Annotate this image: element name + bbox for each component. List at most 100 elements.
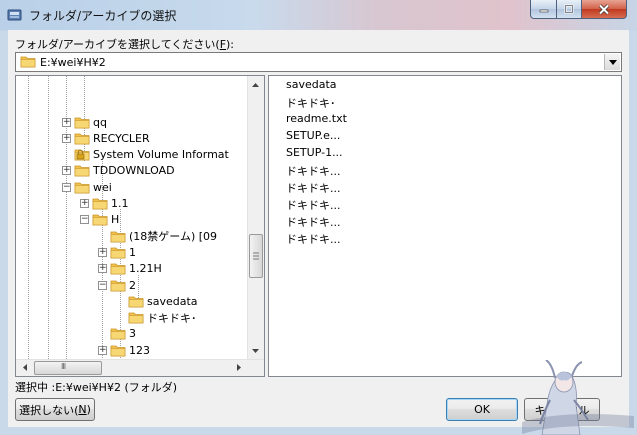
tree-item-label: 1.1 — [111, 197, 129, 210]
arrow-up-icon — [252, 82, 259, 87]
tree-item-label: 1.21H — [129, 262, 162, 276]
folder-icon — [110, 328, 126, 340]
tree-item-label: wei — [93, 180, 112, 194]
file-list-item[interactable]: ドキドキ... — [286, 214, 341, 230]
path-value: E:¥wei¥H¥2 — [40, 56, 106, 69]
collapse-icon[interactable]: − — [98, 280, 107, 290]
tree-item-label: TDDOWNLOAD — [93, 164, 175, 178]
expand-icon[interactable]: + — [62, 133, 71, 143]
tree-vertical-scrollbar[interactable] — [247, 76, 264, 359]
combo-dropdown-button[interactable] — [604, 54, 620, 70]
tree-item-label: 2 — [129, 278, 136, 292]
arrow-down-icon — [252, 348, 259, 353]
folder-icon — [110, 376, 126, 377]
file-list-item[interactable]: ドキドキ･ — [286, 95, 336, 111]
tree-item[interactable]: System Volume Informat — [62, 147, 229, 163]
ok-label: OK — [474, 403, 490, 416]
tree-item[interactable]: − H — [80, 212, 119, 228]
folder-icon — [110, 231, 126, 242]
arrow-left-icon — [22, 364, 27, 371]
deselect-label: 選択しない( — [19, 403, 79, 417]
file-list-item[interactable]: SETUP.e... — [286, 129, 340, 145]
folder-icon — [110, 345, 126, 357]
app-icon — [7, 9, 22, 21]
tree-item-label: 1 — [129, 245, 136, 259]
maximize-icon — [564, 4, 574, 14]
expand-icon[interactable]: + — [62, 166, 71, 176]
file-list-item[interactable]: SETUP-1... — [286, 146, 343, 162]
folder-icon — [74, 182, 90, 194]
locked-folder-icon — [74, 149, 90, 161]
tree-item[interactable]: savedata — [116, 293, 198, 309]
tree-horizontal-scroll-thumb[interactable]: III — [34, 361, 102, 375]
file-list-item[interactable]: ドキドキ... — [286, 197, 341, 213]
tree-item[interactable]: − 2 — [98, 277, 136, 293]
folder-icon — [20, 56, 36, 68]
tree-item-label: savedata — [147, 294, 198, 308]
folder-icon — [74, 117, 90, 128]
expand-icon[interactable]: + — [98, 345, 107, 355]
minimize-button[interactable] — [530, 0, 557, 19]
folder-icon — [92, 214, 108, 226]
expand-icon[interactable]: + — [98, 264, 107, 274]
deselect-button[interactable]: 選択しない(N) — [15, 398, 95, 421]
deselect-accel: N — [78, 403, 87, 416]
selection-status: 選択中 :E:¥wei¥H¥2 (フォルダ) — [15, 381, 178, 394]
scroll-left-button[interactable] — [17, 360, 32, 375]
tree-item[interactable]: + 123 — [98, 342, 150, 358]
tree-item[interactable]: ドキドキ･ — [116, 310, 197, 326]
tree-item[interactable]: − wei — [62, 179, 112, 195]
tree-item-label: RECYCLER — [93, 131, 150, 145]
tree-item-label: qq — [93, 115, 107, 129]
tree-vertical-scroll-thumb[interactable] — [249, 234, 263, 278]
scroll-right-button[interactable] — [231, 360, 246, 375]
expand-icon[interactable]: + — [80, 199, 89, 208]
tree-item[interactable]: 3 — [98, 326, 136, 342]
scroll-up-button[interactable] — [248, 77, 263, 92]
folder-tree[interactable]: + qq + RECYCLER System Volume Informat + T… — [15, 75, 265, 377]
expand-icon[interactable]: + — [62, 117, 71, 127]
path-combobox[interactable]: E:¥wei¥H¥2 — [15, 52, 622, 72]
tree-item-label: (18禁ゲーム) [09 — [129, 230, 218, 244]
tree-horizontal-scrollbar[interactable]: III — [16, 359, 264, 376]
folder-icon — [110, 280, 126, 291]
tree-item[interactable]: + RECYCLER — [62, 130, 150, 146]
folder-icon — [128, 296, 144, 308]
tree-item-label: 3 — [129, 327, 136, 341]
file-list[interactable]: savedata ドキドキ･ readme.txt SETUP.e... SETUP-1… — [268, 75, 622, 377]
prompt-text: フォルダ/アーカイブを選択してください( — [15, 38, 220, 51]
ok-button[interactable]: OK — [446, 398, 518, 421]
file-list-item[interactable]: savedata — [286, 78, 337, 94]
tree-item[interactable]: + TDDOWNLOAD — [62, 163, 175, 179]
grip-icon — [253, 252, 259, 260]
chevron-down-icon — [608, 59, 617, 65]
close-icon — [598, 3, 610, 15]
maximize-button[interactable] — [556, 0, 582, 19]
folder-icon — [110, 247, 126, 259]
tree-item-label: SSG — [129, 376, 152, 377]
folder-icon — [92, 198, 108, 210]
tree-item[interactable]: + 1.1 — [80, 196, 129, 212]
title-bar[interactable]: フォルダ/アーカイブの選択 — [0, 0, 637, 30]
expand-icon[interactable]: + — [98, 247, 107, 257]
tree-item-label: 123 — [129, 343, 150, 357]
file-list-item[interactable]: ドキドキ... — [286, 231, 341, 247]
minimize-icon — [539, 9, 548, 13]
collapse-icon[interactable]: − — [80, 215, 89, 225]
tree-item[interactable]: + 1 — [98, 244, 136, 260]
file-list-item[interactable]: ドキドキ... — [286, 163, 341, 179]
tree-item[interactable]: + qq — [62, 114, 107, 130]
window-title: フォルダ/アーカイブの選択 — [29, 9, 177, 23]
scroll-down-button[interactable] — [248, 343, 263, 358]
collapse-icon[interactable]: − — [62, 182, 71, 192]
deselect-suffix: ) — [86, 403, 91, 416]
close-button[interactable] — [581, 0, 627, 19]
tree-item[interactable]: (18禁ゲーム) [09 — [98, 228, 217, 244]
folder-icon — [74, 133, 90, 145]
file-list-item[interactable]: readme.txt — [286, 112, 347, 128]
file-list-item[interactable]: ドキドキ... — [286, 180, 341, 196]
tree-item[interactable]: + 1.21H — [98, 261, 162, 277]
folder-prompt-label: フォルダ/アーカイブを選択してください(F): — [15, 36, 234, 52]
mascot-watermark — [522, 360, 634, 435]
tree-item-label: ドキドキ･ — [147, 311, 197, 325]
